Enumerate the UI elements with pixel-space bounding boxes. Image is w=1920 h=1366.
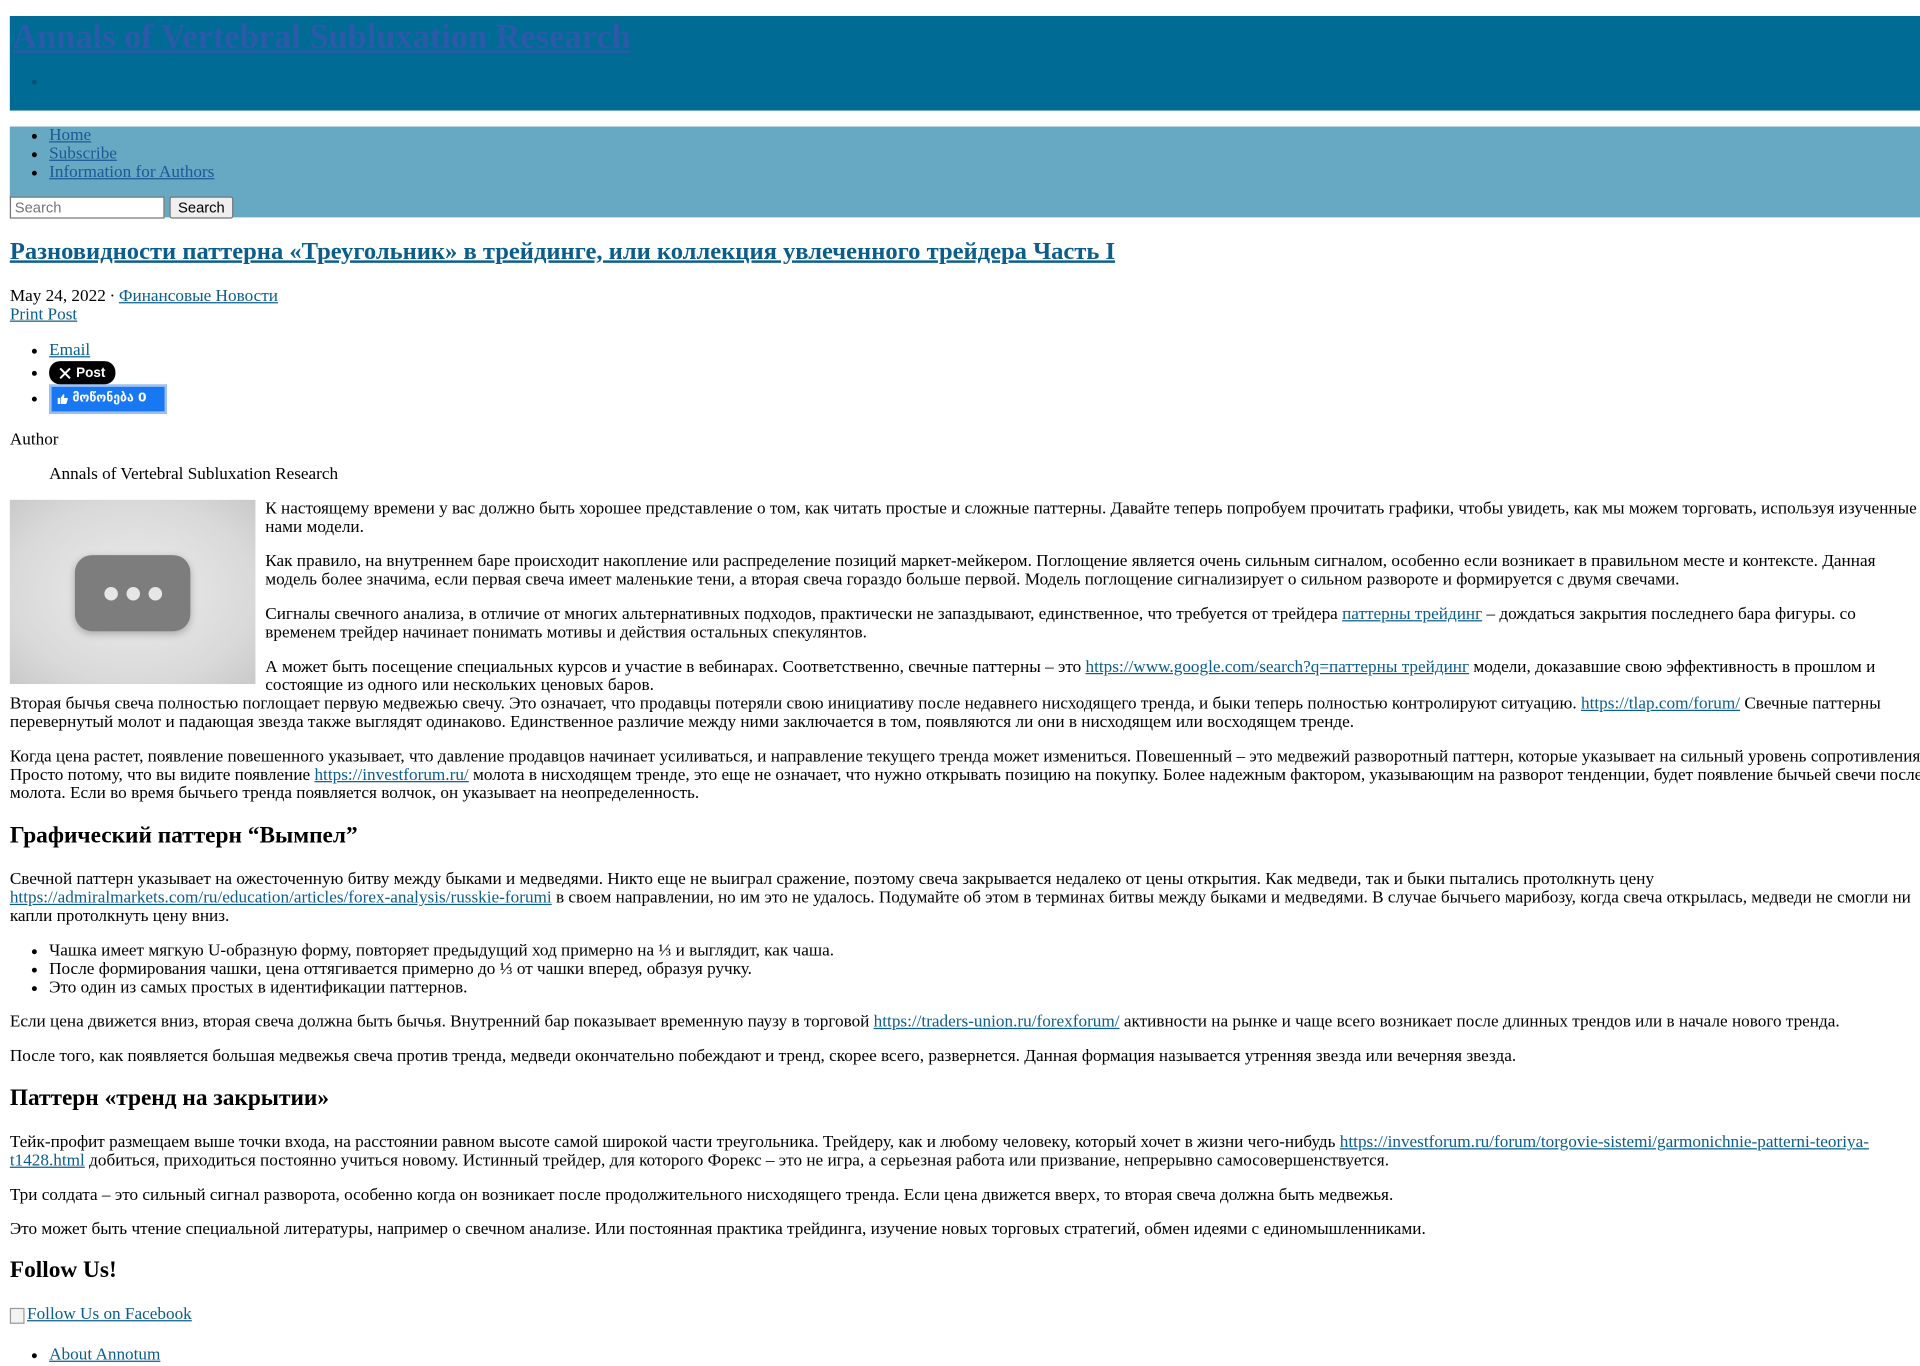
list-item: После формирования чашки, цена оттягивае… <box>49 961 1920 979</box>
site-title[interactable]: Annals of Vertebral Subluxation Research <box>12 17 630 59</box>
text: Сигналы свечного анализа, в отличие от м… <box>265 605 1343 625</box>
nav-link-home[interactable]: Home <box>49 127 91 145</box>
meta-separator: · <box>109 287 116 306</box>
nav-link-information-for-authors[interactable]: Information for Authors <box>49 163 214 181</box>
footer-link-item: About Annotum <box>49 1346 1920 1366</box>
about-annotum-link[interactable]: About Annotum <box>49 1346 160 1364</box>
inline-link[interactable]: https://tlap.com/forum/ <box>1581 695 1740 713</box>
search-form: Search <box>9 196 234 219</box>
footer-links: About Annotum <box>10 1346 1920 1366</box>
text: Тейк-профит размещаем выше точки входа, … <box>9 1133 1340 1153</box>
site-header: Annals of Vertebral Subluxation Research <box>9 16 1920 111</box>
page: Annals of Vertebral Subluxation Research… <box>0 16 1920 1366</box>
thumbs-up-icon <box>57 394 68 405</box>
share-item-email: Email <box>49 341 1920 361</box>
paragraph: Это может быть чтение специальной литера… <box>9 1220 1426 1240</box>
post-title: Разновидности паттерна «Треугольник» в т… <box>10 237 1920 268</box>
x-post-button[interactable]: Post <box>49 361 116 385</box>
article-thumbnail <box>9 500 256 685</box>
share-item-x: Post <box>49 361 1920 385</box>
text: А может быть посещение специальных курсо… <box>265 658 1086 677</box>
paragraph: А может быть посещение специальных курсо… <box>10 658 1920 695</box>
paragraph: Сигналы свечного анализа, в отличие от м… <box>10 606 1920 643</box>
dot <box>125 586 140 601</box>
paragraph: Как правило, на внутреннем баре происход… <box>265 552 1876 590</box>
list-item: Это один из самых простых в идентификаци… <box>49 979 1920 997</box>
text: добиться, приходиться постоянно учиться … <box>84 1152 1390 1171</box>
list-item: Чашка имеет мягкую U-образную форму, пов… <box>49 942 1920 960</box>
post-date: May 24, 2022 <box>9 287 106 306</box>
print-post-link[interactable]: Print Post <box>10 306 1920 324</box>
follow-section: Follow Us! Follow Us on Facebook About A… <box>9 1257 1920 1366</box>
facebook-follow-link[interactable]: Follow Us on Facebook <box>9 1305 192 1326</box>
text: Свечной паттерн указывает на ожесточенну… <box>9 870 1655 890</box>
bullet-list: Чашка имеет мягкую U-образную форму, пов… <box>10 942 1920 997</box>
paragraph: Вторая бычья свеча полностью поглощает п… <box>10 695 1920 732</box>
paragraph: Тейк-профит размещаем выше точки входа, … <box>10 1134 1920 1171</box>
broken-image-icon <box>9 1307 25 1324</box>
text: активности на рынке и чаще всего возника… <box>1119 1013 1840 1032</box>
nav-item-subscribe: Subscribe <box>49 145 214 163</box>
author-name: Annals of Vertebral Subluxation Research <box>49 465 339 484</box>
paragraph: Если цена движется вниз, вторая свеча до… <box>10 1013 1920 1031</box>
inline-link[interactable]: паттерны трейдинг <box>1342 606 1482 624</box>
section-heading: Графический паттерн “Вымпел” <box>9 823 358 849</box>
nav-item-home: Home <box>49 127 214 145</box>
paragraph: Три солдата – это сильный сигнал разворо… <box>9 1186 1394 1205</box>
speech-bubble-ellipsis-icon <box>74 555 191 632</box>
section-heading: Паттерн «тренд на закрытии» <box>9 1085 330 1112</box>
header-list <box>20 72 49 94</box>
nav-item-information-for-authors: Information for Authors <box>49 163 214 181</box>
author-label: Author <box>9 431 59 450</box>
paragraph: К настоящему времени у вас должно быть х… <box>265 500 1917 537</box>
post-category-link[interactable]: Финансовые Новости <box>119 287 278 305</box>
inline-link[interactable]: https://www.google.com/search?q=паттерны… <box>1086 658 1470 676</box>
post-title-link[interactable]: Разновидности паттерна «Треугольник» в т… <box>10 238 1115 265</box>
follow-heading: Follow Us! <box>9 1257 117 1284</box>
facebook-like-button[interactable]: მოწონება 0 <box>49 384 168 414</box>
paragraph: После того, как появляется большая медве… <box>9 1047 1517 1067</box>
paragraph: Свечной паттерн указывает на ожесточенну… <box>10 871 1920 926</box>
text: Вторая бычья свеча полностью поглощает п… <box>9 695 1582 714</box>
x-post-label: Post <box>76 365 106 381</box>
share-item-facebook: მოწონება 0 <box>49 384 1920 414</box>
dot <box>103 586 118 601</box>
paragraph: Когда цена растет, появление повешенного… <box>10 748 1920 803</box>
share-list: Email Post მოწონება 0 <box>10 341 1920 414</box>
share-email-link[interactable]: Email <box>49 341 90 359</box>
inline-link[interactable]: https://traders-union.ru/forexforum/ <box>874 1013 1120 1031</box>
x-logo-icon <box>59 367 71 379</box>
dot <box>147 586 162 601</box>
search-input[interactable] <box>9 196 165 219</box>
text: Если цена движется вниз, вторая свеча до… <box>9 1013 874 1032</box>
facebook-like-label: მოწონება 0 <box>72 391 147 406</box>
article-body: К настоящему времени у вас должно быть х… <box>9 500 1920 1240</box>
inline-link[interactable]: https://admiralmarkets.com/ru/education/… <box>10 889 552 907</box>
nav-link-subscribe[interactable]: Subscribe <box>49 145 117 163</box>
main-navigation: Home Subscribe Information for Authors S… <box>9 126 1920 219</box>
post-meta: May 24, 2022 · Финансовые Новости <box>10 287 1920 305</box>
nav-menu: Home Subscribe Information for Authors <box>10 127 215 182</box>
inline-link[interactable]: https://investforum.ru/ <box>314 767 468 785</box>
search-button[interactable]: Search <box>169 196 234 219</box>
facebook-follow-alt: Follow Us on Facebook <box>27 1305 192 1325</box>
